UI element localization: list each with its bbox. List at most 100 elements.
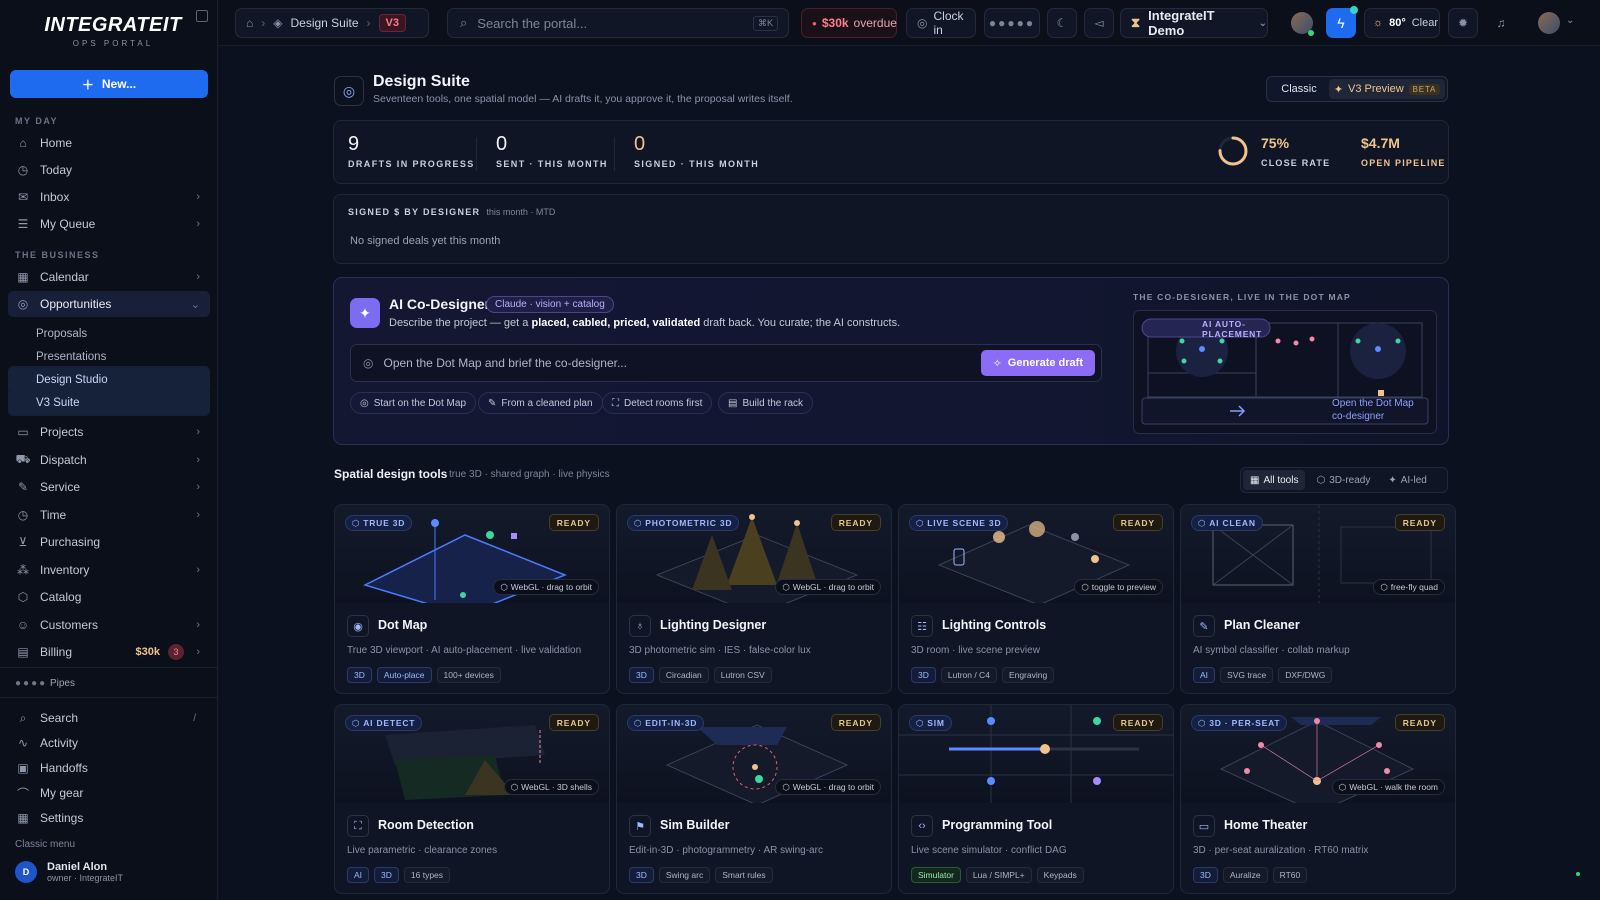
logo[interactable]: INTEGRATEIT OPS PORTAL bbox=[40, 14, 186, 48]
ai-desc-bold: placed, cabled, priced, validated bbox=[531, 317, 701, 329]
sidebar-item-settings[interactable]: ▦ Settings bbox=[8, 805, 210, 831]
tool-card-programming-tool[interactable]: ⬡ SIM READY ‹› Programming Tool Live scene si… bbox=[898, 704, 1174, 894]
chip-detect-rooms[interactable]: ⛶ Detect rooms first bbox=[602, 392, 713, 414]
status-badge: READY bbox=[548, 514, 599, 531]
status-dots[interactable]: ●●●●● bbox=[984, 8, 1040, 38]
preview-hint: ⬡ toggle to preview bbox=[1074, 579, 1163, 595]
wrench-icon: ✎ bbox=[17, 480, 29, 494]
preview-hint-label: WebGL · drag to orbit bbox=[792, 782, 874, 792]
search-input[interactable]: ⌕ Search the portal... ⌘K bbox=[447, 8, 789, 38]
chip-cleaned-plan[interactable]: ✎ From a cleaned plan bbox=[478, 392, 603, 414]
home-icon[interactable]: ⌂ bbox=[246, 16, 253, 30]
sidebar-item-today[interactable]: ◷ Today bbox=[8, 157, 210, 183]
tag: 3D bbox=[347, 667, 372, 683]
chip-build-rack[interactable]: ▤ Build the rack bbox=[718, 392, 814, 414]
generate-draft-button[interactable]: ✧ Generate draft bbox=[980, 350, 1095, 376]
flag-icon: ⚑ bbox=[629, 815, 651, 837]
toggle-v3-preview[interactable]: ✦ V3 Preview BETA bbox=[1329, 79, 1445, 99]
list-icon: ☰ bbox=[17, 217, 29, 231]
sidebar-item-opportunities[interactable]: ◎ Opportunities ⌄ bbox=[8, 291, 210, 317]
chip-start-dot-map[interactable]: ◎ Start on the Dot Map bbox=[350, 392, 477, 414]
weather-condition: Clear bbox=[1411, 17, 1439, 29]
preview-hint-label: WebGL · walk the room bbox=[1349, 782, 1438, 792]
tag: Smart rules bbox=[715, 867, 773, 883]
filter-ai-led[interactable]: ✦ AI-led bbox=[1381, 470, 1434, 490]
sidebar-item-inbox[interactable]: ✉ Inbox › bbox=[8, 184, 210, 210]
tool-tags: 3D Auralize RT60 bbox=[1193, 867, 1308, 883]
moon-icon[interactable]: ☾ bbox=[1047, 8, 1077, 38]
empty-state: No signed deals yet this month bbox=[350, 235, 501, 247]
filter-all-tools[interactable]: ▦ All tools bbox=[1243, 470, 1306, 490]
tool-card-lighting-designer[interactable]: ⬡ PHOTOMETRIC 3D READY ⬡ WebGL · drag to orb… bbox=[616, 504, 892, 694]
pipes-indicator[interactable]: ●●●● Pipes bbox=[15, 678, 75, 689]
tool-card-dot-map[interactable]: ⬡ TRUE 3D READY ⬡ WebGL · drag to orbit ◉ Dot … bbox=[334, 504, 610, 694]
weather-widget[interactable]: ☼ 80° Clear bbox=[1364, 8, 1440, 38]
dot-map-preview[interactable]: AI AUTO-PLACEMENT Open the Dot Map co-de… bbox=[1133, 310, 1437, 434]
overdue-badge[interactable]: ● $30k overdue bbox=[801, 8, 897, 38]
sidebar-item-customers[interactable]: ☺ Customers › bbox=[8, 612, 210, 638]
open-dot-map-link[interactable]: Open the Dot Map co-designer bbox=[1332, 397, 1430, 423]
sidebar-item-my-queue[interactable]: ☰ My Queue › bbox=[8, 211, 210, 237]
status-badge: READY bbox=[1112, 714, 1163, 731]
tool-description: 3D · per-seat auralization · RT60 matrix bbox=[1193, 845, 1369, 856]
sidebar-item-purchasing[interactable]: ⊻ Purchasing bbox=[8, 529, 210, 555]
submenu-item-presentations[interactable]: Presentations bbox=[8, 345, 210, 368]
sidebar-item-time[interactable]: ◷ Time › bbox=[8, 502, 210, 528]
tool-tags: AI 3D 16 types bbox=[347, 867, 451, 883]
org-switcher[interactable]: ⧗ IntegrateIT Demo ⌄ bbox=[1120, 8, 1268, 38]
view-toggle: Classic ✦ V3 Preview BETA bbox=[1266, 76, 1448, 102]
tool-description: Live scene simulator · conflict DAG bbox=[911, 845, 1067, 856]
sidebar-item-service[interactable]: ✎ Service › bbox=[8, 474, 210, 500]
badge-icon: ⬡ bbox=[1198, 717, 1207, 728]
beta-badge: BETA bbox=[1408, 83, 1441, 95]
sidebar-item-label: Customers bbox=[40, 617, 99, 632]
breadcrumb[interactable]: ⌂ › ◈ Design Suite › V3 bbox=[235, 8, 429, 38]
settings-gear-icon[interactable]: ✹ bbox=[1448, 8, 1478, 38]
sidebar-item-handoffs[interactable]: ▣ Handoffs bbox=[8, 755, 210, 781]
tool-card-home-theater[interactable]: ⬡ 3D · PER-SEAT READY ⬡ WebGL · walk the roo… bbox=[1180, 704, 1456, 894]
brief-input[interactable]: ◎ Open the Dot Map and brief the co-desi… bbox=[350, 344, 1102, 382]
sidebar-item-inventory[interactable]: ⁂ Inventory › bbox=[8, 557, 210, 583]
status-badge: READY bbox=[1394, 714, 1445, 731]
submenu-item-design-studio[interactable]: Design Studio bbox=[8, 368, 210, 391]
user-avatar[interactable] bbox=[1538, 12, 1560, 34]
new-button[interactable]: ＋ New... bbox=[10, 70, 208, 98]
sidebar-item-label: Calendar bbox=[40, 270, 89, 284]
logo-wordmark: INTEGRATEIT bbox=[44, 14, 182, 36]
clipboard-icon: ▭ bbox=[17, 425, 29, 439]
bell-icon[interactable]: ♫ bbox=[1486, 8, 1516, 38]
tool-card-room-detection[interactable]: ⬡ AI DETECT READY ⬡ WebGL · 3D shells ⛶ Room D… bbox=[334, 704, 610, 894]
tool-badge: ⬡ EDIT-IN-3D bbox=[627, 715, 705, 731]
filter-3d-ready[interactable]: ⬡ 3D-ready bbox=[1309, 470, 1377, 490]
tool-card-lighting-controls[interactable]: ⬡ LIVE SCENE 3D READY ⬡ toggle to preview ☷ Li… bbox=[898, 504, 1174, 694]
sidebar-item-billing[interactable]: ▤ Billing $30k 3 › bbox=[8, 639, 210, 665]
breadcrumb-current[interactable]: Design Suite bbox=[290, 16, 358, 30]
sidebar-item-my-gear[interactable]: ⌒ My gear bbox=[8, 780, 210, 806]
tool-badge: ⬡ LIVE SCENE 3D bbox=[909, 515, 1009, 531]
tag: DXF/DWG bbox=[1278, 667, 1333, 683]
sidebar-item-catalog[interactable]: ⬡ Catalog bbox=[8, 584, 210, 610]
clock-in-button[interactable]: ◎ Clock in bbox=[906, 8, 976, 38]
tool-card-plan-cleaner[interactable]: ⬡ AI CLEAN READY ⬡ free-fly quad ✎ Plan Cleane… bbox=[1180, 504, 1456, 694]
sidebar-item-calendar[interactable]: ▦ Calendar › bbox=[8, 264, 210, 290]
megaphone-icon[interactable]: ◅ bbox=[1084, 8, 1114, 38]
billing-count-badge: 3 bbox=[168, 644, 184, 660]
chevron-down-icon[interactable]: ⌄ bbox=[1566, 15, 1574, 26]
sidebar-collapse-icon[interactable] bbox=[196, 10, 208, 22]
tool-card-sim-builder[interactable]: ⬡ EDIT-IN-3D READY ⬡ WebGL · drag to orbit ⚑ S… bbox=[616, 704, 892, 894]
version-badge[interactable]: V3 bbox=[378, 14, 406, 32]
submenu-item-proposals[interactable]: Proposals bbox=[8, 322, 210, 345]
tool-description: True 3D viewport · AI auto-placement · l… bbox=[347, 645, 582, 656]
sidebar-item-dispatch[interactable]: ⛟ Dispatch › bbox=[8, 447, 210, 473]
user-profile[interactable]: D Daniel Alon owner · IntegrateIT bbox=[15, 861, 123, 883]
sidebar-item-home[interactable]: ⌂ Home bbox=[8, 130, 210, 156]
toggle-classic[interactable]: Classic bbox=[1269, 83, 1329, 95]
sparkle-icon: ✦ bbox=[1388, 474, 1397, 486]
sidebar-item-activity[interactable]: ∿ Activity bbox=[8, 730, 210, 756]
pipeline-value: $4.7M bbox=[1361, 135, 1400, 151]
sidebar-item-projects[interactable]: ▭ Projects › bbox=[8, 419, 210, 445]
bolt-button[interactable]: ϟ bbox=[1326, 6, 1358, 38]
sidebar-item-search[interactable]: ⌕ Search / bbox=[8, 705, 210, 731]
classic-menu-link[interactable]: Classic menu bbox=[15, 839, 75, 850]
submenu-item-v3-suite[interactable]: V3 Suite bbox=[8, 391, 210, 414]
